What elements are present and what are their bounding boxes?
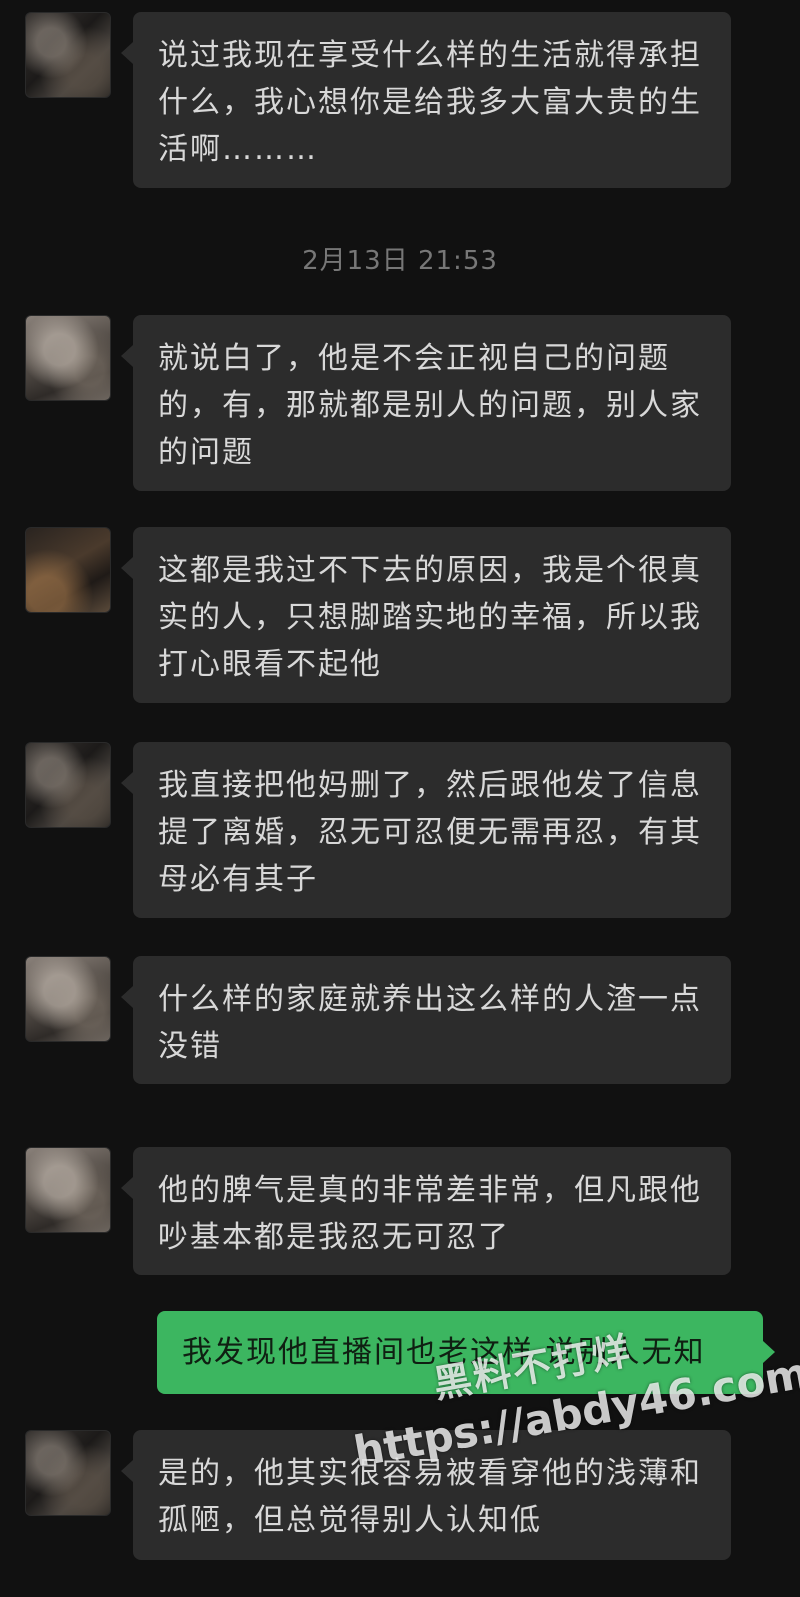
message-text: 是的，他其实很容易被看穿他的浅薄和孤陋，但总觉得别人认知低 — [158, 1456, 702, 1538]
message-bubble-incoming[interactable]: 这都是我过不下去的原因，我是个很真实的人，只想脚踏实地的幸福，所以我打心眼看不起… — [121, 527, 731, 703]
message-text: 他的脾气是真的非常差非常，但凡跟他吵基本都是我忍无可忍了 — [158, 1173, 702, 1255]
message-bubble-incoming[interactable]: 什么样的家庭就养出这么样的人渣一点没错 — [121, 956, 731, 1084]
contact-avatar[interactable] — [25, 956, 111, 1042]
message-bubble-incoming[interactable]: 他的脾气是真的非常差非常，但凡跟他吵基本都是我忍无可忍了 — [121, 1147, 731, 1275]
message-bubble-incoming[interactable]: 是的，他其实很容易被看穿他的浅薄和孤陋，但总觉得别人认知低 — [121, 1430, 731, 1560]
message-text: 这都是我过不下去的原因，我是个很真实的人，只想脚踏实地的幸福，所以我打心眼看不起… — [158, 553, 702, 682]
message-text: 我直接把他妈删了，然后跟他发了信息提了离婚，忍无可忍便无需再忍，有其母必有其子 — [158, 768, 702, 897]
contact-avatar[interactable] — [25, 742, 111, 828]
contact-avatar[interactable] — [25, 12, 111, 98]
message-text: 什么样的家庭就养出这么样的人渣一点没错 — [158, 982, 702, 1064]
contact-avatar[interactable] — [25, 527, 111, 613]
contact-avatar[interactable] — [25, 1147, 111, 1233]
message-bubble-incoming[interactable]: 说过我现在享受什么样的生活就得承担什么，我心想你是给我多大富大贵的生活啊……… — [121, 12, 731, 188]
chat-view: 说过我现在享受什么样的生活就得承担什么，我心想你是给我多大富大贵的生活啊……… … — [0, 0, 800, 1597]
message-text: 就说白了，他是不会正视自己的问题的，有，那就都是别人的问题，别人家的问题 — [158, 341, 702, 470]
message-text: 我发现他直播间也老这样 说别人无知 — [182, 1335, 706, 1370]
message-timestamp: 2月13日 21:53 — [302, 246, 498, 276]
contact-avatar[interactable] — [25, 315, 111, 401]
contact-avatar[interactable] — [25, 1430, 111, 1516]
message-bubble-outgoing[interactable]: 我发现他直播间也老这样 说别人无知 — [157, 1311, 775, 1394]
message-text: 说过我现在享受什么样的生活就得承担什么，我心想你是给我多大富大贵的生活啊……… — [158, 38, 702, 167]
message-bubble-incoming[interactable]: 就说白了，他是不会正视自己的问题的，有，那就都是别人的问题，别人家的问题 — [121, 315, 731, 491]
message-bubble-incoming[interactable]: 我直接把他妈删了，然后跟他发了信息提了离婚，忍无可忍便无需再忍，有其母必有其子 — [121, 742, 731, 918]
